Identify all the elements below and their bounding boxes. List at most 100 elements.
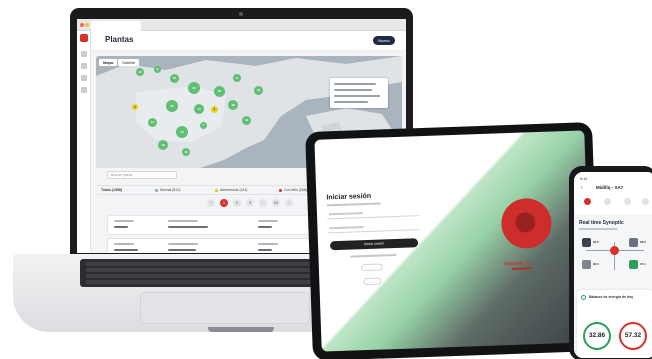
map-cluster[interactable]: 13 xyxy=(242,116,251,125)
card-label xyxy=(168,243,198,245)
map-cluster[interactable]: 27 xyxy=(166,100,178,112)
card-label xyxy=(114,243,134,245)
map-cluster[interactable]: 19 xyxy=(158,140,168,150)
summary-line xyxy=(334,101,368,103)
card-value xyxy=(258,249,272,251)
field-placeholder xyxy=(328,212,364,216)
phone-header: 9:41 ‹ Midifiq - SA7 xyxy=(574,172,652,214)
pager-ellipsis: … xyxy=(259,199,267,207)
summary-line xyxy=(334,83,376,85)
grid-tower-icon xyxy=(629,238,638,247)
alerts-icon[interactable] xyxy=(81,75,87,81)
pager-page[interactable]: 2 xyxy=(233,199,241,207)
login-title: Iniciar sesión xyxy=(326,192,372,202)
login-button[interactable]: Iniciar sesión xyxy=(329,238,419,251)
house-icon xyxy=(582,260,591,269)
card-value xyxy=(114,249,138,251)
card-label xyxy=(258,220,278,222)
map-cluster[interactable]: 12 xyxy=(136,68,144,76)
settings-tab-icon[interactable] xyxy=(642,198,649,205)
filter-normal[interactable]: Normal (812) xyxy=(160,188,180,192)
pager-prev[interactable]: ‹ xyxy=(207,199,215,207)
grid-value: 68.2 xyxy=(640,240,646,244)
card-label xyxy=(114,220,134,222)
normal-dot-icon xyxy=(155,189,158,192)
tab-satellite[interactable]: Satélite xyxy=(118,59,140,66)
back-icon[interactable]: ‹ xyxy=(581,185,583,191)
close-icon[interactable] xyxy=(80,23,84,27)
summary-line xyxy=(334,95,380,97)
field-placeholder xyxy=(329,226,364,230)
load-value: 92.0 xyxy=(593,262,599,266)
brand-tagline xyxy=(511,267,533,270)
map-cluster[interactable]: 14 xyxy=(194,104,204,114)
phone-title[interactable]: Midifiq - SA7 xyxy=(596,185,623,190)
map-cluster[interactable]: 22 xyxy=(214,86,225,97)
browser-tab[interactable] xyxy=(91,21,141,31)
summary-line xyxy=(334,89,372,91)
inverter-icon xyxy=(610,246,619,255)
map-cluster[interactable]: 11 xyxy=(148,118,157,127)
plants-icon[interactable] xyxy=(81,63,87,69)
map-cluster-warning[interactable]: 6 xyxy=(211,106,218,113)
map-cluster[interactable]: 31 xyxy=(188,82,200,94)
laptop-notch xyxy=(208,327,274,332)
fault-dot-icon xyxy=(279,189,282,192)
app-logo xyxy=(80,34,88,42)
map-cluster[interactable]: 24 xyxy=(176,126,188,138)
generation-gauge: 32.86 xyxy=(583,322,611,350)
status-time: 9:41 xyxy=(580,176,588,181)
chart-tab-icon[interactable] xyxy=(604,198,611,205)
generation-value: 32.86 xyxy=(588,332,606,339)
secondary-button[interactable] xyxy=(363,277,382,286)
tablet-screen: Iniciar sesión Iniciar sesión ebsmart_h xyxy=(314,130,592,352)
card-value xyxy=(168,249,196,251)
brand-name: ebsmart_h xyxy=(503,260,530,268)
energy-balance-card[interactable]: Balance de energía de hoy 32.86 57.32 xyxy=(577,290,652,358)
consumption-value: 57.32 xyxy=(624,332,642,339)
map-cluster[interactable]: 15 xyxy=(170,74,179,83)
filter-fault[interactable]: Con fallo (268) xyxy=(284,188,307,192)
alerts-tab-icon[interactable] xyxy=(624,198,631,205)
filter-all[interactable]: Todas (1588) xyxy=(101,188,122,192)
pager-page[interactable]: 3 xyxy=(246,199,254,207)
secondary-button[interactable] xyxy=(360,263,383,272)
map-cluster[interactable]: 18 xyxy=(228,100,238,110)
page-title: Plantas xyxy=(105,35,134,44)
synoptic-title: Real time Synoptic xyxy=(579,220,624,226)
warning-dot-icon xyxy=(215,189,218,192)
map-cluster[interactable]: 7 xyxy=(200,122,207,129)
map-cluster[interactable]: 8 xyxy=(154,66,161,73)
card-label xyxy=(168,220,198,222)
browser-bar xyxy=(77,19,406,31)
laptop-trackpad xyxy=(140,292,310,324)
map-cluster[interactable]: 10 xyxy=(182,148,190,156)
map-cluster[interactable]: 9 xyxy=(233,74,241,82)
app-header: Plantas Nuevo xyxy=(91,31,406,51)
battery-value: 37.1 xyxy=(640,262,646,266)
summary-tab-icon[interactable] xyxy=(584,198,591,205)
reports-icon[interactable] xyxy=(81,87,87,93)
map-cluster-warning[interactable]: 5 xyxy=(132,104,138,110)
login-subtitle xyxy=(326,202,381,207)
forgot-password-link[interactable] xyxy=(350,253,397,258)
map-summary-popup xyxy=(330,78,388,108)
battery-icon xyxy=(629,260,638,269)
home-icon[interactable] xyxy=(81,51,87,57)
pager-page[interactable]: 24 xyxy=(272,199,280,207)
minimize-icon[interactable] xyxy=(85,23,89,27)
consumption-gauge: 57.32 xyxy=(619,322,647,350)
pager-page[interactable]: 1 xyxy=(220,199,228,207)
password-field[interactable] xyxy=(327,222,420,234)
filter-warning[interactable]: Advertencia (411) xyxy=(220,188,247,192)
tab-map[interactable]: Mapa xyxy=(99,59,118,66)
username-field[interactable] xyxy=(326,208,420,220)
map-cluster[interactable]: 16 xyxy=(254,86,263,95)
card-value xyxy=(258,226,272,228)
new-plant-button[interactable]: Nuevo xyxy=(373,36,395,45)
card-value xyxy=(114,226,128,228)
pager-next[interactable]: › xyxy=(285,199,293,207)
energy-icon xyxy=(581,295,586,300)
plant-search-input[interactable]: Buscar planta xyxy=(107,171,177,179)
card-value xyxy=(168,226,208,228)
